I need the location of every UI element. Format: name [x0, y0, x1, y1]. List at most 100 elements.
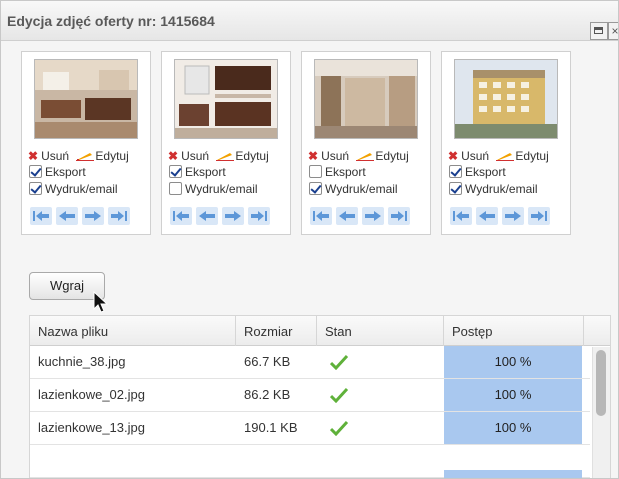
delete-icon[interactable]: ✖ — [308, 149, 318, 163]
photo-edit-dialog: Edycja zdjęć oferty nr: 1415684 × ✖ Usuń … — [0, 0, 619, 479]
scrollbar-thumb[interactable] — [596, 350, 606, 416]
checkmark-icon — [330, 354, 348, 370]
move-right-icon[interactable] — [362, 207, 384, 225]
move-left-icon[interactable] — [196, 207, 218, 225]
move-first-icon[interactable] — [170, 207, 192, 225]
delete-link[interactable]: Usuń — [41, 149, 69, 163]
export-option[interactable]: Eksport — [169, 165, 226, 179]
print-option[interactable]: Wydruk/email — [449, 182, 538, 196]
export-checkbox[interactable] — [309, 165, 322, 178]
column-header-filename[interactable]: Nazwa pliku — [38, 324, 108, 339]
mouse-cursor-icon — [93, 291, 109, 313]
table-row[interactable]: kuchnie_38.jpg 66.7 KB 100 % — [30, 346, 590, 379]
move-first-icon[interactable] — [310, 207, 332, 225]
edit-pencil-icon[interactable] — [216, 151, 235, 161]
export-label: Eksport — [185, 165, 226, 179]
edit-pencil-icon[interactable] — [76, 151, 95, 161]
move-left-icon[interactable] — [476, 207, 498, 225]
edit-link[interactable]: Edytuj — [375, 149, 408, 163]
move-right-icon[interactable] — [82, 207, 104, 225]
photo-card: ✖ Usuń Edytuj Eksport Wydruk/email — [161, 51, 291, 235]
maximize-icon[interactable] — [590, 22, 608, 40]
print-label: Wydruk/email — [185, 182, 258, 196]
progress-bar: 100 % — [444, 412, 582, 444]
move-last-icon[interactable] — [248, 207, 270, 225]
edit-pencil-icon[interactable] — [496, 151, 515, 161]
delete-link[interactable]: Usuń — [321, 149, 349, 163]
dialog-titlebar: Edycja zdjęć oferty nr: 1415684 × — [1, 1, 618, 41]
photo-thumbnail-living-room[interactable] — [34, 59, 138, 139]
delete-icon[interactable]: ✖ — [28, 149, 38, 163]
export-option[interactable]: Eksport — [29, 165, 86, 179]
photo-thumbnail-kitchen[interactable] — [174, 59, 278, 139]
export-option[interactable]: Eksport — [309, 165, 366, 179]
file-size: 86.2 KB — [244, 387, 291, 402]
export-checkbox[interactable] — [29, 165, 42, 178]
export-checkbox[interactable] — [449, 165, 462, 178]
photo-order-controls — [450, 207, 554, 230]
edit-pencil-icon[interactable] — [356, 151, 375, 161]
photo-card: ✖ Usuń Edytuj Eksport Wydruk/email — [21, 51, 151, 235]
photo-order-controls — [30, 207, 134, 230]
dialog-title: Edycja zdjęć oferty nr: 1415684 — [7, 13, 215, 29]
print-checkbox[interactable] — [29, 182, 42, 195]
close-icon[interactable]: × — [608, 22, 618, 40]
column-header-progress[interactable]: Postęp — [452, 324, 492, 339]
progress-bar — [444, 470, 582, 478]
print-checkbox[interactable] — [449, 182, 462, 195]
file-size: 66.7 KB — [244, 354, 291, 369]
checkmark-icon — [330, 387, 348, 403]
move-right-icon[interactable] — [222, 207, 244, 225]
file-name: lazienkowe_02.jpg — [38, 387, 145, 402]
delete-icon[interactable]: ✖ — [168, 149, 178, 163]
export-label: Eksport — [465, 165, 506, 179]
edit-link[interactable]: Edytuj — [515, 149, 548, 163]
export-label: Eksport — [325, 165, 366, 179]
delete-link[interactable]: Usuń — [181, 149, 209, 163]
print-label: Wydruk/email — [465, 182, 538, 196]
file-name: kuchnie_38.jpg — [38, 354, 126, 369]
print-checkbox[interactable] — [169, 182, 182, 195]
print-label: Wydruk/email — [325, 182, 398, 196]
move-last-icon[interactable] — [108, 207, 130, 225]
print-option[interactable]: Wydruk/email — [309, 182, 398, 196]
move-last-icon[interactable] — [388, 207, 410, 225]
file-name: lazienkowe_13.jpg — [38, 420, 145, 435]
photo-actions: ✖ Usuń Edytuj — [28, 149, 129, 163]
export-checkbox[interactable] — [169, 165, 182, 178]
photo-actions: ✖ Usuń Edytuj — [308, 149, 409, 163]
photo-actions: ✖ Usuń Edytuj — [448, 149, 549, 163]
photo-actions: ✖ Usuń Edytuj — [168, 149, 269, 163]
edit-link[interactable]: Edytuj — [95, 149, 128, 163]
photo-thumbnail-hallway[interactable] — [314, 59, 418, 139]
table-header: Nazwa pliku Rozmiar Stan Postęp — [30, 316, 610, 346]
file-size: 190.1 KB — [244, 420, 298, 435]
print-label: Wydruk/email — [45, 182, 118, 196]
move-last-icon[interactable] — [528, 207, 550, 225]
column-header-size[interactable]: Rozmiar — [244, 324, 292, 339]
checkmark-icon — [330, 420, 348, 436]
move-right-icon[interactable] — [502, 207, 524, 225]
print-option[interactable]: Wydruk/email — [29, 182, 118, 196]
delete-link[interactable]: Usuń — [461, 149, 489, 163]
move-left-icon[interactable] — [336, 207, 358, 225]
export-label: Eksport — [45, 165, 86, 179]
photo-card: ✖ Usuń Edytuj Eksport Wydruk/email — [301, 51, 431, 235]
photo-order-controls — [310, 207, 414, 230]
table-row[interactable]: lazienkowe_02.jpg 86.2 KB 100 % — [30, 379, 590, 412]
move-first-icon[interactable] — [30, 207, 52, 225]
move-left-icon[interactable] — [56, 207, 78, 225]
photo-thumbnail-building[interactable] — [454, 59, 558, 139]
edit-link[interactable]: Edytuj — [235, 149, 268, 163]
export-option[interactable]: Eksport — [449, 165, 506, 179]
move-first-icon[interactable] — [450, 207, 472, 225]
photo-order-controls — [170, 207, 274, 230]
delete-icon[interactable]: ✖ — [448, 149, 458, 163]
table-row[interactable]: lazienkowe_13.jpg 190.1 KB 100 % — [30, 412, 590, 445]
column-header-status[interactable]: Stan — [325, 324, 352, 339]
print-checkbox[interactable] — [309, 182, 322, 195]
upload-table: Nazwa pliku Rozmiar Stan Postęp kuchnie_… — [29, 315, 611, 478]
print-option[interactable]: Wydruk/email — [169, 182, 258, 196]
table-row[interactable] — [30, 445, 590, 478]
table-scrollbar[interactable] — [592, 347, 610, 478]
